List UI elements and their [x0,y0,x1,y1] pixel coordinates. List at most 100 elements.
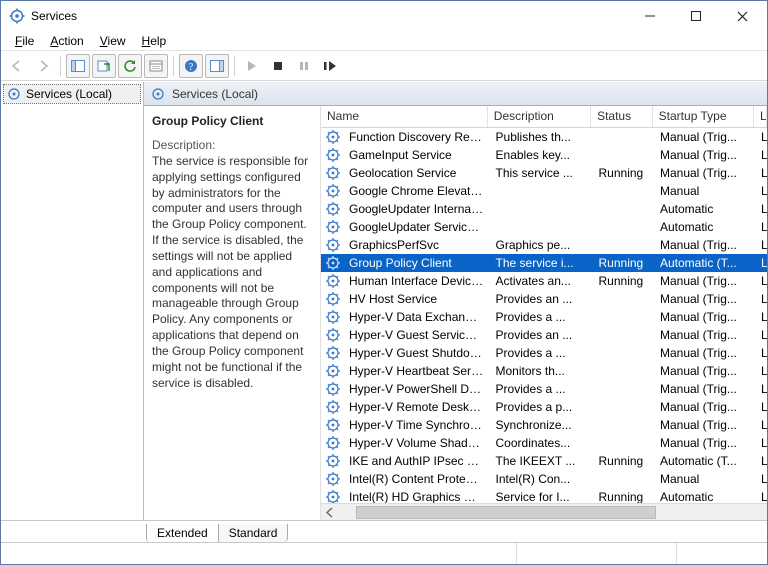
console-tree[interactable]: Services (Local) [1,82,144,520]
cell-startup: Manual (Trig... [654,130,755,144]
table-row[interactable]: Hyper-V PowerShell Direct ...Provides a … [321,380,767,398]
col-startup[interactable]: Startup Type [653,106,754,127]
table-row[interactable]: Hyper-V Guest Shutdown S...Provides a ..… [321,344,767,362]
menu-view[interactable]: View [92,33,134,49]
cell-startup: Manual (Trig... [654,418,755,432]
help-button[interactable]: ? [179,54,203,78]
table-row[interactable]: Hyper-V Data Exchange Ser...Provides a .… [321,308,767,326]
restart-service-button[interactable] [318,54,342,78]
table-row[interactable]: IKE and AuthIP IPsec Keying...The IKEEXT… [321,452,767,470]
service-gear-icon [325,399,341,415]
table-row[interactable]: Group Policy ClientThe service i...Runni… [321,254,767,272]
services-rows[interactable]: Function Discovery Resourc...Publishes t… [321,128,767,503]
properties-button[interactable] [144,54,168,78]
service-gear-icon [325,471,341,487]
cell-startup: Automatic (T... [654,454,755,468]
statusbar [1,542,767,564]
table-row[interactable]: Geolocation ServiceThis service ...Runni… [321,164,767,182]
table-row[interactable]: Hyper-V Remote Desktop Vi...Provides a p… [321,398,767,416]
view-tabs: Extended Standard [1,520,767,542]
service-gear-icon [325,165,341,181]
menu-help[interactable]: Help [134,33,175,49]
cell-description: Provides an ... [490,328,593,342]
service-gear-icon [325,147,341,163]
cell-name: Hyper-V Remote Desktop Vi... [343,400,490,414]
table-row[interactable]: GraphicsPerfSvcGraphics pe...Manual (Tri… [321,236,767,254]
export-list-button[interactable] [92,54,116,78]
service-gear-icon [325,255,341,271]
toolbar-panel-button[interactable] [205,54,229,78]
service-gear-icon [325,453,341,469]
table-row[interactable]: Hyper-V Guest Service Inter...Provides a… [321,326,767,344]
table-row[interactable]: Hyper-V Heartbeat ServiceMonitors th...M… [321,362,767,380]
cell-description: Synchronize... [490,418,593,432]
result-pane-header: Services (Local) [144,82,767,106]
cell-name: Hyper-V Heartbeat Service [343,364,490,378]
cell-startup: Manual (Trig... [654,346,755,360]
menu-action[interactable]: Action [42,33,91,49]
stop-service-button[interactable] [266,54,290,78]
service-gear-icon [325,489,341,503]
table-row[interactable]: GoogleUpdater InternalServ...AutomaticLo… [321,200,767,218]
cell-description: Provides an ... [490,292,593,306]
table-row[interactable]: Google Chrome Elevation S...ManualLoca [321,182,767,200]
table-row[interactable]: GoogleUpdater Service 129...AutomaticLoc… [321,218,767,236]
table-row[interactable]: Human Interface Device Ser...Activates a… [321,272,767,290]
cell-name: Hyper-V Guest Shutdown S... [343,346,490,360]
minimize-button[interactable] [627,1,673,31]
cell-logon: Loca [755,400,767,414]
cell-name: Function Discovery Resourc... [343,130,490,144]
close-button[interactable] [719,1,765,31]
show-hide-tree-button[interactable] [66,54,90,78]
table-row[interactable]: Intel(R) HD Graphics Contro...Service fo… [321,488,767,503]
start-service-button[interactable] [240,54,264,78]
cell-name: Geolocation Service [343,166,490,180]
services-window: Services File Action View Help ? [0,0,768,565]
horizontal-scrollbar[interactable] [321,503,767,520]
status-pane [517,543,677,564]
cell-name: Hyper-V Data Exchange Ser... [343,310,490,324]
tree-node-services-local[interactable]: Services (Local) [3,84,141,104]
back-button[interactable] [5,54,29,78]
scroll-left-icon[interactable] [321,504,338,521]
table-row[interactable]: Hyper-V Time Synchronizati...Synchronize… [321,416,767,434]
col-description[interactable]: Description [488,106,591,127]
column-headers: Name Description Status Startup Type Log [321,106,767,128]
tab-extended[interactable]: Extended [146,524,219,542]
cell-name: Hyper-V Volume Shadow C... [343,436,490,450]
table-row[interactable]: HV Host ServiceProvides an ...Manual (Tr… [321,290,767,308]
selected-service-description: The service is responsible for applying … [152,154,312,391]
cell-status: Running [593,454,654,468]
scrollbar-thumb[interactable] [356,506,656,519]
cell-status: Running [593,274,654,288]
col-logon[interactable]: Log [754,106,767,127]
cell-description: The IKEEXT ... [490,454,593,468]
table-row[interactable]: Intel(R) Content Protection ...Intel(R) … [321,470,767,488]
cell-description: The service i... [490,256,593,270]
col-name[interactable]: Name [321,106,488,127]
table-row[interactable]: Function Discovery Resourc...Publishes t… [321,128,767,146]
service-gear-icon [325,183,341,199]
maximize-button[interactable] [673,1,719,31]
service-gear-icon [325,363,341,379]
cell-description: Intel(R) Con... [490,472,593,486]
cell-logon: Loca [755,454,767,468]
table-row[interactable]: Hyper-V Volume Shadow C...Coordinates...… [321,434,767,452]
cell-logon: Loca [755,382,767,396]
table-row[interactable]: GameInput ServiceEnables key...Manual (T… [321,146,767,164]
col-status[interactable]: Status [591,106,653,127]
pause-service-button[interactable] [292,54,316,78]
cell-description: Service for I... [490,490,593,503]
services-node-icon [6,86,22,102]
toolbar-separator [60,56,61,76]
toolbar: ? [1,51,767,81]
cell-name: Hyper-V Time Synchronizati... [343,418,490,432]
tab-standard[interactable]: Standard [218,524,289,542]
cell-description: This service ... [490,166,593,180]
cell-logon: Loca [755,130,767,144]
cell-startup: Manual (Trig... [654,436,755,450]
cell-startup: Automatic (T... [654,256,755,270]
refresh-button[interactable] [118,54,142,78]
forward-button[interactable] [31,54,55,78]
menu-file[interactable]: File [7,33,42,49]
